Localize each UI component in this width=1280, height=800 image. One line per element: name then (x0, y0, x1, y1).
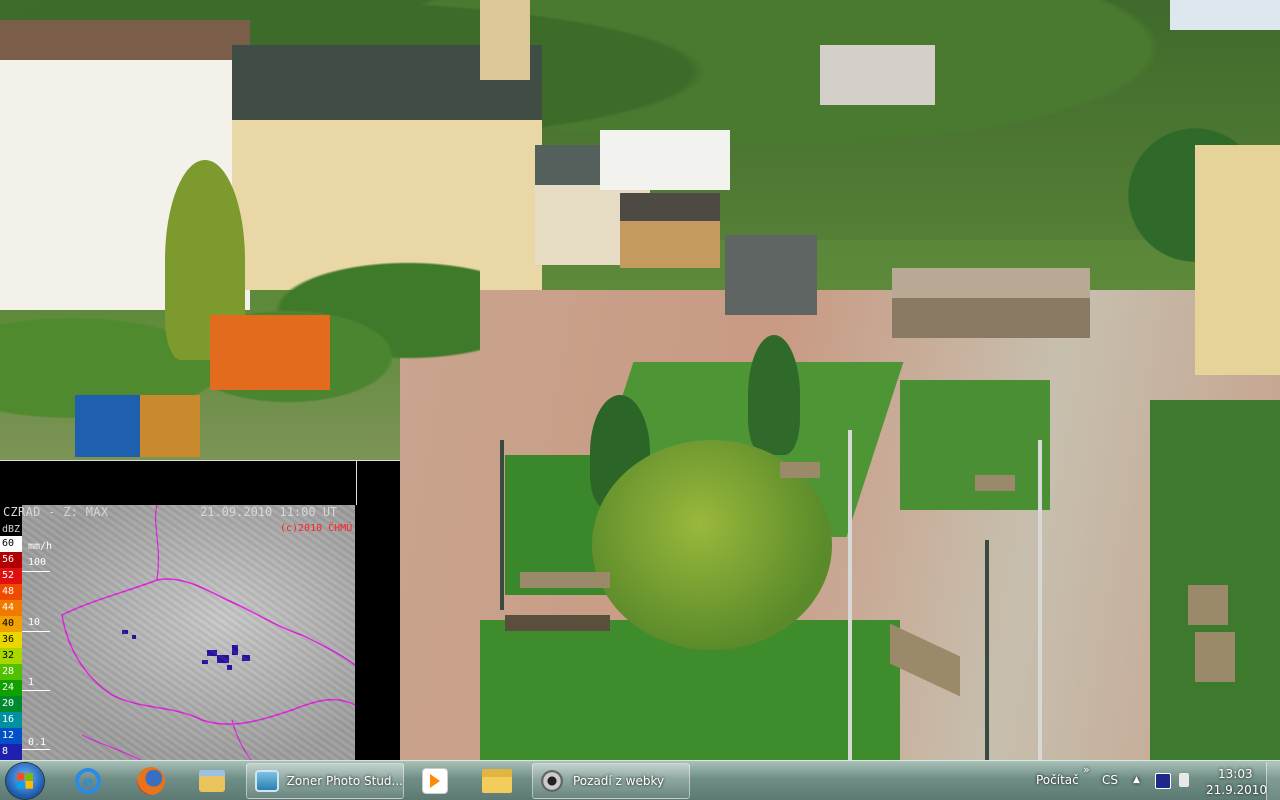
wallpaper-bench (1188, 585, 1228, 625)
wallpaper-tower (480, 0, 530, 80)
radar-timestamp: 21.09.2010 11:00 UT (200, 505, 338, 519)
radar-scale-cell: 12 (0, 728, 22, 744)
radar-scale-tick (22, 631, 50, 632)
start-button[interactable] (6, 763, 44, 799)
clock-date[interactable]: 21.9.2010 (1206, 783, 1267, 797)
language-indicator[interactable]: CS (1102, 773, 1118, 787)
radar-scale-cell: 48 (0, 584, 22, 600)
radar-scale-cell: 52 (0, 568, 22, 584)
radar-rain-label: 100 (28, 557, 47, 568)
folder-icon (482, 769, 512, 793)
radar-rain-label: 10 (28, 617, 41, 628)
radar-scale-cell: 44 (0, 600, 22, 616)
wallpaper-colonnade (1195, 145, 1280, 375)
radar-scale-cell: 8 (0, 744, 22, 760)
wallpaper-bench (780, 462, 820, 478)
pinned-firefox[interactable] (127, 763, 175, 799)
toolbar-chevron-icon[interactable]: » (1083, 763, 1090, 776)
wallpaper-truck (75, 395, 200, 457)
radar-scale-cell: 24 (0, 680, 22, 696)
radar-scale-tick (22, 690, 50, 691)
wallpaper-bench (1195, 632, 1235, 682)
radar-scale-cell: 20 (0, 696, 22, 712)
radar-scale-cell: 56 (0, 552, 22, 568)
radar-scale-tick (22, 749, 50, 750)
wallpaper-lawn (1150, 400, 1280, 760)
radar-rain-label: 0.1 (28, 737, 47, 748)
computer-toolbar[interactable]: Počítač (1036, 773, 1079, 787)
wallpaper-chalet (620, 193, 720, 268)
radar-scale-cell: 16 (0, 712, 22, 728)
taskbar-button-folder[interactable] (473, 763, 521, 799)
taskbar: e Zoner Photo Stud... Pozadí z webky Poč… (0, 760, 1280, 800)
radar-scale-cell: 40 (0, 616, 22, 632)
radar-divider (356, 461, 357, 505)
radar-scale-cell: 36 (0, 632, 22, 648)
radar-widget[interactable]: CZRAD - Z: MAX 21.09.2010 11:00 UT (c)20… (0, 460, 400, 776)
wallpaper-bench (520, 572, 610, 588)
windows-logo-icon (17, 773, 33, 789)
taskbar-button-label: Zoner Photo Stud... (286, 774, 403, 788)
wallpaper-building (820, 45, 935, 105)
taskbar-button-label: Pozadí z webky (573, 774, 665, 788)
radar-scale-cell: 60 (0, 536, 22, 552)
wallpaper-sky (1170, 0, 1280, 30)
radar-scale-cell: 28 (0, 664, 22, 680)
wallpaper-lamp (848, 430, 852, 760)
taskbar-button-media-player[interactable] (411, 763, 459, 799)
media-player-icon (422, 768, 448, 794)
radar-rain-label: 1 (28, 677, 35, 688)
wallpaper-bench (975, 475, 1015, 491)
clock-time[interactable]: 13:03 (1218, 767, 1253, 781)
wallpaper-lamp (1038, 440, 1042, 760)
show-hidden-icons-icon[interactable]: ▲ (1133, 775, 1140, 785)
wallpaper-conifer (748, 335, 800, 455)
windows-explorer-icon (199, 770, 225, 792)
wallpaper-bench (505, 615, 610, 631)
radar-copyright: (c)2010 ČHMÚ (280, 523, 353, 534)
pinned-internet-explorer[interactable]: e (64, 763, 112, 799)
network-icon[interactable] (1179, 773, 1189, 787)
wallpaper-gazebo (725, 235, 817, 315)
webcam-icon (541, 770, 563, 792)
internet-explorer-icon: e (75, 768, 101, 794)
wallpaper-building (600, 130, 730, 190)
radar-unit-dbz: dBZ (2, 524, 21, 535)
radar-color-scale: 6056524844403632282420161284 (0, 536, 22, 776)
radar-echoes (122, 630, 250, 670)
wallpaper-lamp (500, 440, 504, 610)
radar-borders (61, 505, 355, 761)
zoner-photo-icon (255, 770, 279, 792)
radar-title: CZRAD - Z: MAX (3, 505, 109, 519)
radar-scale-tick (22, 571, 50, 572)
radar-scale-cell: 32 (0, 648, 22, 664)
pinned-windows-explorer[interactable] (188, 763, 236, 799)
safely-remove-icon[interactable] (1155, 773, 1171, 789)
wallpaper-lamp (985, 540, 989, 760)
wallpaper-crane (210, 315, 330, 390)
radar-map (22, 505, 355, 761)
taskbar-button-zoner[interactable]: Zoner Photo Stud... (246, 763, 404, 799)
wallpaper-pavilion (892, 268, 1090, 338)
radar-unit-mmh: mm/h (28, 541, 53, 552)
firefox-icon (137, 767, 165, 795)
radar-side-panel (356, 505, 400, 761)
show-desktop-button[interactable] (1266, 762, 1280, 800)
taskbar-button-webcam[interactable]: Pozadí z webky (532, 763, 690, 799)
